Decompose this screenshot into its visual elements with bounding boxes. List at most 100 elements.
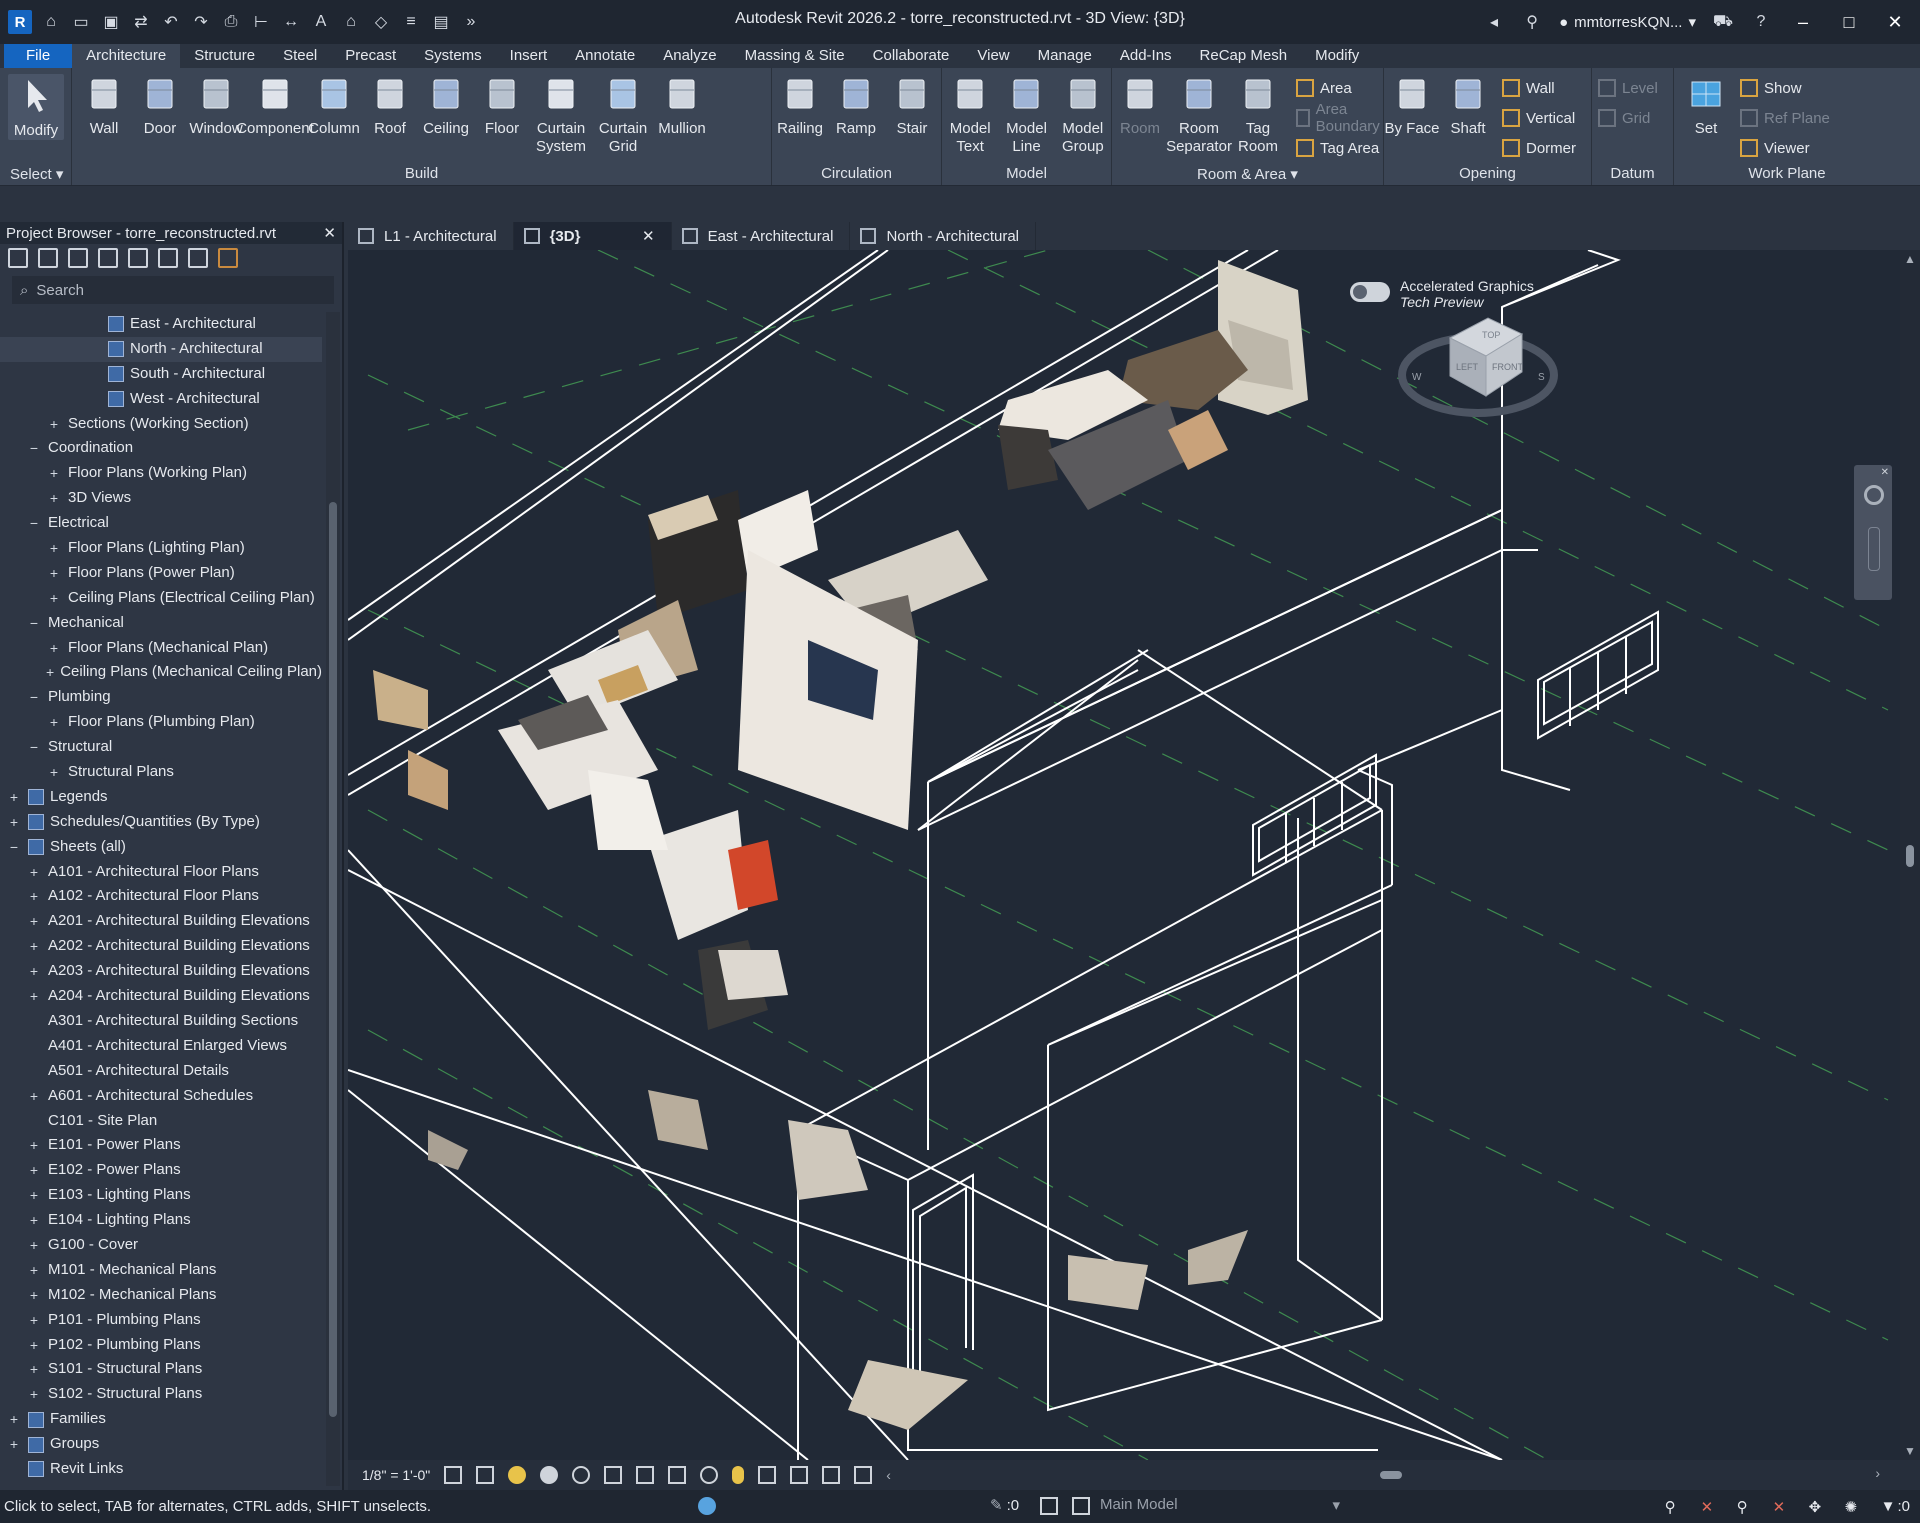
- room-tool[interactable]: Room: [1112, 74, 1168, 138]
- expand-icon[interactable]: +: [6, 1432, 22, 1457]
- undo-icon[interactable]: ↶: [160, 11, 182, 33]
- roof-tool[interactable]: Roof: [362, 74, 418, 138]
- expand-icon[interactable]: +: [26, 1333, 42, 1358]
- scroll-down-icon[interactable]: ▼: [1904, 1444, 1916, 1458]
- tag-area-small-tool[interactable]: Tag Area: [1296, 136, 1384, 160]
- browser-node-structural-plans[interactable]: + Structural Plans: [0, 760, 322, 785]
- browser-node-s101-structural-plans[interactable]: + S101 - Structural Plans: [0, 1357, 322, 1382]
- binoculars-icon[interactable]: ⚲: [1521, 11, 1543, 33]
- scroll-right-icon[interactable]: ›: [1875, 1465, 1880, 1481]
- tab-recap-mesh[interactable]: ReCap Mesh: [1186, 44, 1302, 68]
- visual-style-icon[interactable]: [476, 1466, 495, 1484]
- browser-node-mechanical[interactable]: − Mechanical: [0, 611, 322, 636]
- collapse-icon[interactable]: −: [26, 511, 42, 536]
- browser-node-legends[interactable]: + Legends: [0, 785, 322, 810]
- tab-analyze[interactable]: Analyze: [649, 44, 730, 68]
- component-tool[interactable]: Component: [236, 74, 314, 138]
- canvas-horizontal-scrollbar[interactable]: ›: [900, 1465, 1880, 1483]
- browser-node-3d-views[interactable]: +3D Views: [0, 486, 322, 511]
- expand-icon[interactable]: +: [26, 860, 42, 885]
- reveal-constraints-icon[interactable]: [854, 1466, 873, 1484]
- home-view-icon[interactable]: [8, 248, 28, 268]
- minimize-button[interactable]: –: [1788, 12, 1818, 33]
- tab-add-ins[interactable]: Add-Ins: [1106, 44, 1186, 68]
- stair-tool[interactable]: Stair: [884, 74, 940, 138]
- modify-tool[interactable]: Modify: [8, 74, 64, 140]
- browser-node-c101-site-plan[interactable]: C101 - Site Plan: [0, 1109, 322, 1134]
- expand-icon[interactable]: +: [26, 1183, 42, 1208]
- navigation-bar[interactable]: ✕: [1854, 465, 1892, 600]
- model-line-tool[interactable]: Model Line: [998, 74, 1054, 156]
- tab-precast[interactable]: Precast: [331, 44, 410, 68]
- expand-icon[interactable]: +: [26, 1382, 42, 1407]
- sun-path-icon[interactable]: [508, 1466, 527, 1484]
- browser-node-a201-architectural-building-elevations[interactable]: + A201 - Architectural Building Elevation…: [0, 909, 322, 934]
- tab-manage[interactable]: Manage: [1024, 44, 1106, 68]
- model-group-tool[interactable]: Model Group: [1055, 74, 1111, 156]
- render-icon[interactable]: [572, 1466, 591, 1484]
- 3d-view-canvas[interactable]: Accelerated Graphics Tech Preview TOP LE…: [348, 250, 1900, 1460]
- ramp-tool[interactable]: Ramp: [828, 74, 884, 138]
- tab-architecture[interactable]: Architecture: [72, 44, 181, 68]
- zoom-icon[interactable]: [1868, 527, 1880, 571]
- cart-icon[interactable]: ⛟: [1712, 11, 1734, 33]
- expand-icon[interactable]: +: [46, 636, 62, 661]
- crop-view-icon[interactable]: [604, 1466, 623, 1484]
- area-small-tool[interactable]: Area: [1296, 76, 1384, 100]
- print-icon[interactable]: ⎙: [220, 11, 242, 33]
- highlight-displacement-icon[interactable]: [822, 1466, 841, 1484]
- expand-icon[interactable]: +: [6, 1407, 22, 1432]
- help-icon[interactable]: ?: [1750, 11, 1772, 33]
- worksharing-display-icon[interactable]: [758, 1466, 777, 1484]
- tab-massing-site[interactable]: Massing & Site: [731, 44, 859, 68]
- wall-small-tool[interactable]: Wall: [1502, 76, 1576, 100]
- expand-icon[interactable]: +: [26, 1133, 42, 1158]
- expand-icon[interactable]: +: [26, 1084, 42, 1109]
- set-work-plane-tool[interactable]: Set: [1678, 74, 1734, 138]
- floor-tool[interactable]: Floor: [474, 74, 530, 138]
- expand-icon[interactable]: +: [46, 412, 62, 437]
- curtain-grid-tool[interactable]: Curtain Grid: [592, 74, 654, 156]
- text-icon[interactable]: A: [310, 11, 332, 33]
- save-icon[interactable]: ▣: [100, 11, 122, 33]
- select-dropdown[interactable]: Select ▾: [0, 165, 71, 183]
- shadows-icon[interactable]: [540, 1466, 559, 1484]
- column-tool[interactable]: Column: [306, 74, 362, 138]
- browser-node-south-architectural[interactable]: South - Architectural: [0, 362, 322, 387]
- select-by-face-icon[interactable]: ✕: [1773, 1498, 1791, 1516]
- room-area-panel-label[interactable]: Room & Area ▾: [1112, 165, 1383, 183]
- expand-toolbar-icon[interactable]: »: [460, 11, 482, 33]
- browser-node-p101-plumbing-plans[interactable]: + P101 - Plumbing Plans: [0, 1308, 322, 1333]
- sheet-icon[interactable]: [128, 248, 148, 268]
- tab-view[interactable]: View: [963, 44, 1023, 68]
- expand-icon[interactable]: +: [26, 1308, 42, 1333]
- browser-node-a101-architectural-floor-plans[interactable]: + A101 - Architectural Floor Plans: [0, 860, 322, 885]
- scroll-up-icon[interactable]: ▲: [1904, 252, 1916, 266]
- drag-elements-icon[interactable]: ✥: [1809, 1498, 1827, 1516]
- expand-icon[interactable]: +: [26, 934, 42, 959]
- maximize-button[interactable]: □: [1834, 12, 1864, 33]
- dormer-small-tool[interactable]: Dormer: [1502, 136, 1576, 160]
- browser-scrollbar[interactable]: [326, 312, 340, 1486]
- ceiling-tool[interactable]: Ceiling: [418, 74, 474, 138]
- view-tab-l1-architectural[interactable]: L1 - Architectural: [348, 222, 514, 250]
- show-crop-icon[interactable]: [636, 1466, 655, 1484]
- ref-plane-small-tool[interactable]: Ref Plane: [1740, 106, 1830, 130]
- redo-icon[interactable]: ↷: [190, 11, 212, 33]
- expand-icon[interactable]: +: [6, 810, 22, 835]
- design-options-icon[interactable]: [1040, 1497, 1058, 1515]
- tag-room-tool[interactable]: Tag Room: [1230, 74, 1286, 156]
- browser-node-m102-mechanical-plans[interactable]: + M102 - Mechanical Plans: [0, 1283, 322, 1308]
- expand-icon[interactable]: +: [46, 660, 54, 685]
- select-links-icon[interactable]: ⚲: [1665, 1498, 1683, 1516]
- measure-icon[interactable]: ⊢: [250, 11, 272, 33]
- view-scale[interactable]: 1/8" = 1'-0": [362, 1467, 430, 1483]
- browser-node-families[interactable]: + Families: [0, 1407, 322, 1432]
- back-icon[interactable]: ◂: [1483, 11, 1505, 33]
- browser-node-electrical[interactable]: − Electrical: [0, 511, 322, 536]
- mullion-tool[interactable]: Mullion: [654, 74, 710, 138]
- browser-node-coordination[interactable]: − Coordination: [0, 436, 322, 461]
- view-tab-3d[interactable]: {3D} ✕: [513, 222, 672, 250]
- browser-node-groups[interactable]: + Groups: [0, 1432, 322, 1457]
- canvas-vertical-scrollbar[interactable]: ▲ ▼: [1900, 250, 1920, 1460]
